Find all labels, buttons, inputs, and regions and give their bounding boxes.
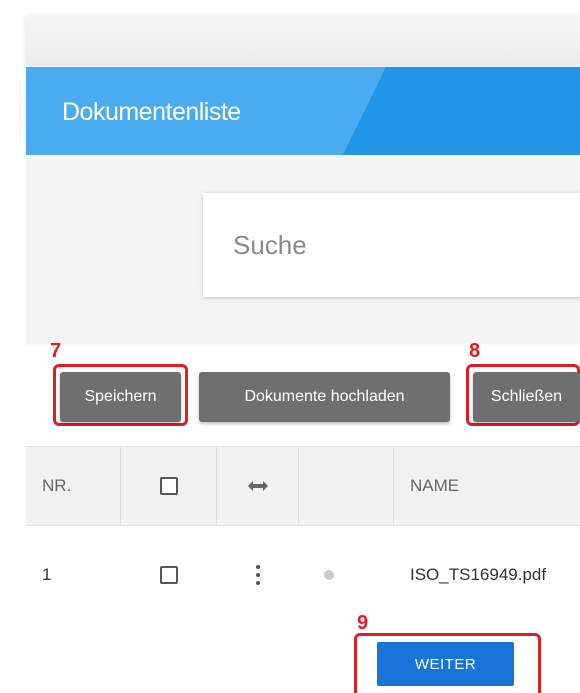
- save-button[interactable]: Speichern: [60, 372, 181, 422]
- column-header-resize[interactable]: [217, 447, 299, 525]
- column-header-nr[interactable]: NR.: [26, 447, 121, 525]
- column-header-select[interactable]: [121, 447, 217, 525]
- status-dot-icon: [324, 570, 334, 580]
- annotation-marker-9: 9: [357, 612, 369, 634]
- weiter-button[interactable]: WEITER: [377, 642, 514, 686]
- table-row[interactable]: 1 ISO_TS16949.pdf: [26, 540, 580, 610]
- row-actions[interactable]: [217, 540, 299, 610]
- kebab-menu-icon[interactable]: [256, 565, 260, 585]
- resize-arrows-icon: [247, 481, 268, 491]
- top-bar: [26, 14, 580, 64]
- page-title: Dokumentenliste: [62, 98, 241, 126]
- annotation-marker-8: 8: [469, 340, 481, 362]
- table-header: NR. NAME: [26, 446, 580, 526]
- row-checkbox-icon[interactable]: [160, 566, 178, 584]
- row-name[interactable]: ISO_TS16949.pdf: [394, 540, 580, 610]
- close-button[interactable]: Schließen: [473, 372, 580, 422]
- search-input[interactable]: [203, 193, 580, 297]
- row-select[interactable]: [121, 540, 217, 610]
- row-status: [299, 540, 359, 610]
- annotation-marker-7: 7: [50, 340, 62, 362]
- column-header-name[interactable]: NAME: [394, 447, 580, 525]
- select-all-checkbox-icon[interactable]: [159, 477, 178, 495]
- cut-off-side-text: [574, 632, 580, 692]
- upload-documents-button[interactable]: Dokumente hochladen: [199, 372, 450, 422]
- page-header: Dokumentenliste: [26, 67, 580, 155]
- column-header-status: [299, 447, 394, 525]
